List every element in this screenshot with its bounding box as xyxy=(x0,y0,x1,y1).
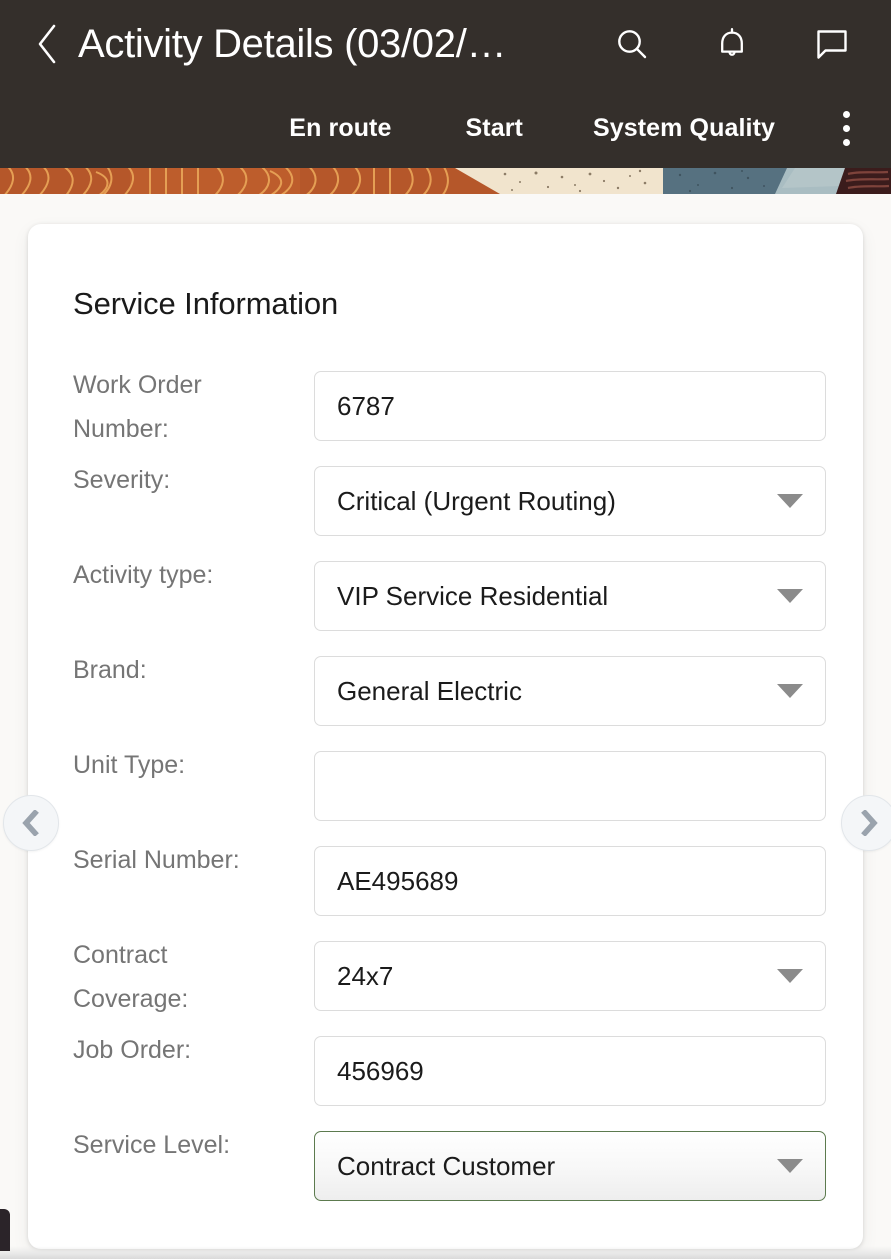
chevron-left-icon xyxy=(35,23,61,65)
contract-coverage-select[interactable]: 24x7 xyxy=(314,941,826,1011)
field-label: Work Order Number: xyxy=(73,371,202,443)
previous-record-button[interactable] xyxy=(3,795,59,851)
field-value: 6787 xyxy=(337,391,395,421)
field-label: Serial Number: xyxy=(73,846,240,874)
messages-button[interactable] xyxy=(811,23,853,65)
service-information-card: Service Information Work Order Number: 6… xyxy=(28,224,863,1249)
field-work-order-number: Work Order Number: 6787 xyxy=(28,363,863,458)
field-label: Contract Coverage: xyxy=(73,941,189,1013)
field-value: VIP Service Residential xyxy=(337,581,609,611)
activity-type-select[interactable]: VIP Service Residential xyxy=(314,561,826,631)
notifications-button[interactable] xyxy=(711,23,753,65)
app-bar-primary-row: Activity Details (03/02/… xyxy=(0,0,891,88)
next-record-button[interactable] xyxy=(841,795,891,851)
page-body: Service Information Work Order Number: 6… xyxy=(0,194,891,1259)
activity-details-screen: Activity Details (03/02/… En route Start… xyxy=(0,0,891,1259)
more-vertical-icon xyxy=(842,110,850,146)
chevron-down-icon xyxy=(777,1159,803,1173)
service-information-form: Work Order Number: 6787 Severity: Critic… xyxy=(28,363,863,1218)
field-severity: Severity: Critical (Urgent Routing) xyxy=(28,458,863,553)
action-start[interactable]: Start xyxy=(464,108,525,149)
field-label: Severity: xyxy=(73,466,171,494)
field-label: Job Order: xyxy=(73,1036,192,1064)
action-system-quality[interactable]: System Quality xyxy=(591,108,777,149)
page-title: Activity Details (03/02/… xyxy=(78,22,507,66)
field-label: Service Level: xyxy=(73,1131,231,1159)
app-bar: Activity Details (03/02/… En route Start… xyxy=(0,0,891,168)
chevron-down-icon xyxy=(777,969,803,983)
field-value: 24x7 xyxy=(337,961,394,991)
card-title: Service Information xyxy=(73,286,339,321)
unit-type-input[interactable] xyxy=(314,751,826,821)
service-level-select[interactable]: Contract Customer xyxy=(314,1131,826,1201)
search-button[interactable] xyxy=(611,23,653,65)
field-value: Contract Customer xyxy=(337,1151,556,1181)
field-unit-type: Unit Type: xyxy=(28,743,863,838)
action-en-route[interactable]: En route xyxy=(287,108,393,149)
decorative-banner xyxy=(0,168,891,194)
field-contract-coverage: Contract Coverage: 24x7 xyxy=(28,933,863,1028)
field-activity-type: Activity type: VIP Service Residential xyxy=(28,553,863,648)
field-label: Activity type: xyxy=(73,561,214,589)
field-value: 456969 xyxy=(337,1056,424,1086)
field-value: Critical (Urgent Routing) xyxy=(337,486,616,516)
field-value: AE495689 xyxy=(337,866,459,896)
chevron-right-icon xyxy=(857,810,881,836)
overflow-menu-button[interactable] xyxy=(821,100,871,156)
page-bottom-edge xyxy=(0,1246,891,1259)
field-brand: Brand: General Electric xyxy=(28,648,863,743)
back-button[interactable] xyxy=(20,14,76,74)
field-label: Brand: xyxy=(73,656,147,684)
page-left-edge-accent xyxy=(0,1209,10,1251)
field-value: General Electric xyxy=(337,676,522,706)
chevron-down-icon xyxy=(777,494,803,508)
serial-number-input[interactable]: AE495689 xyxy=(314,846,826,916)
chevron-down-icon xyxy=(777,589,803,603)
bell-icon xyxy=(715,25,749,63)
job-order-input[interactable]: 456969 xyxy=(314,1036,826,1106)
field-label: Unit Type: xyxy=(73,751,186,779)
field-job-order: Job Order: 456969 xyxy=(28,1028,863,1123)
chevron-down-icon xyxy=(777,684,803,698)
severity-select[interactable]: Critical (Urgent Routing) xyxy=(314,466,826,536)
brand-select[interactable]: General Electric xyxy=(314,656,826,726)
work-order-number-input[interactable]: 6787 xyxy=(314,371,826,441)
app-bar-icon-group xyxy=(611,23,853,65)
chat-icon xyxy=(814,27,850,61)
field-service-level: Service Level: Contract Customer xyxy=(28,1123,863,1218)
field-serial-number: Serial Number: AE495689 xyxy=(28,838,863,933)
app-bar-action-row: En route Start System Quality xyxy=(0,88,891,168)
chevron-left-icon xyxy=(19,810,43,836)
search-icon xyxy=(614,26,650,62)
